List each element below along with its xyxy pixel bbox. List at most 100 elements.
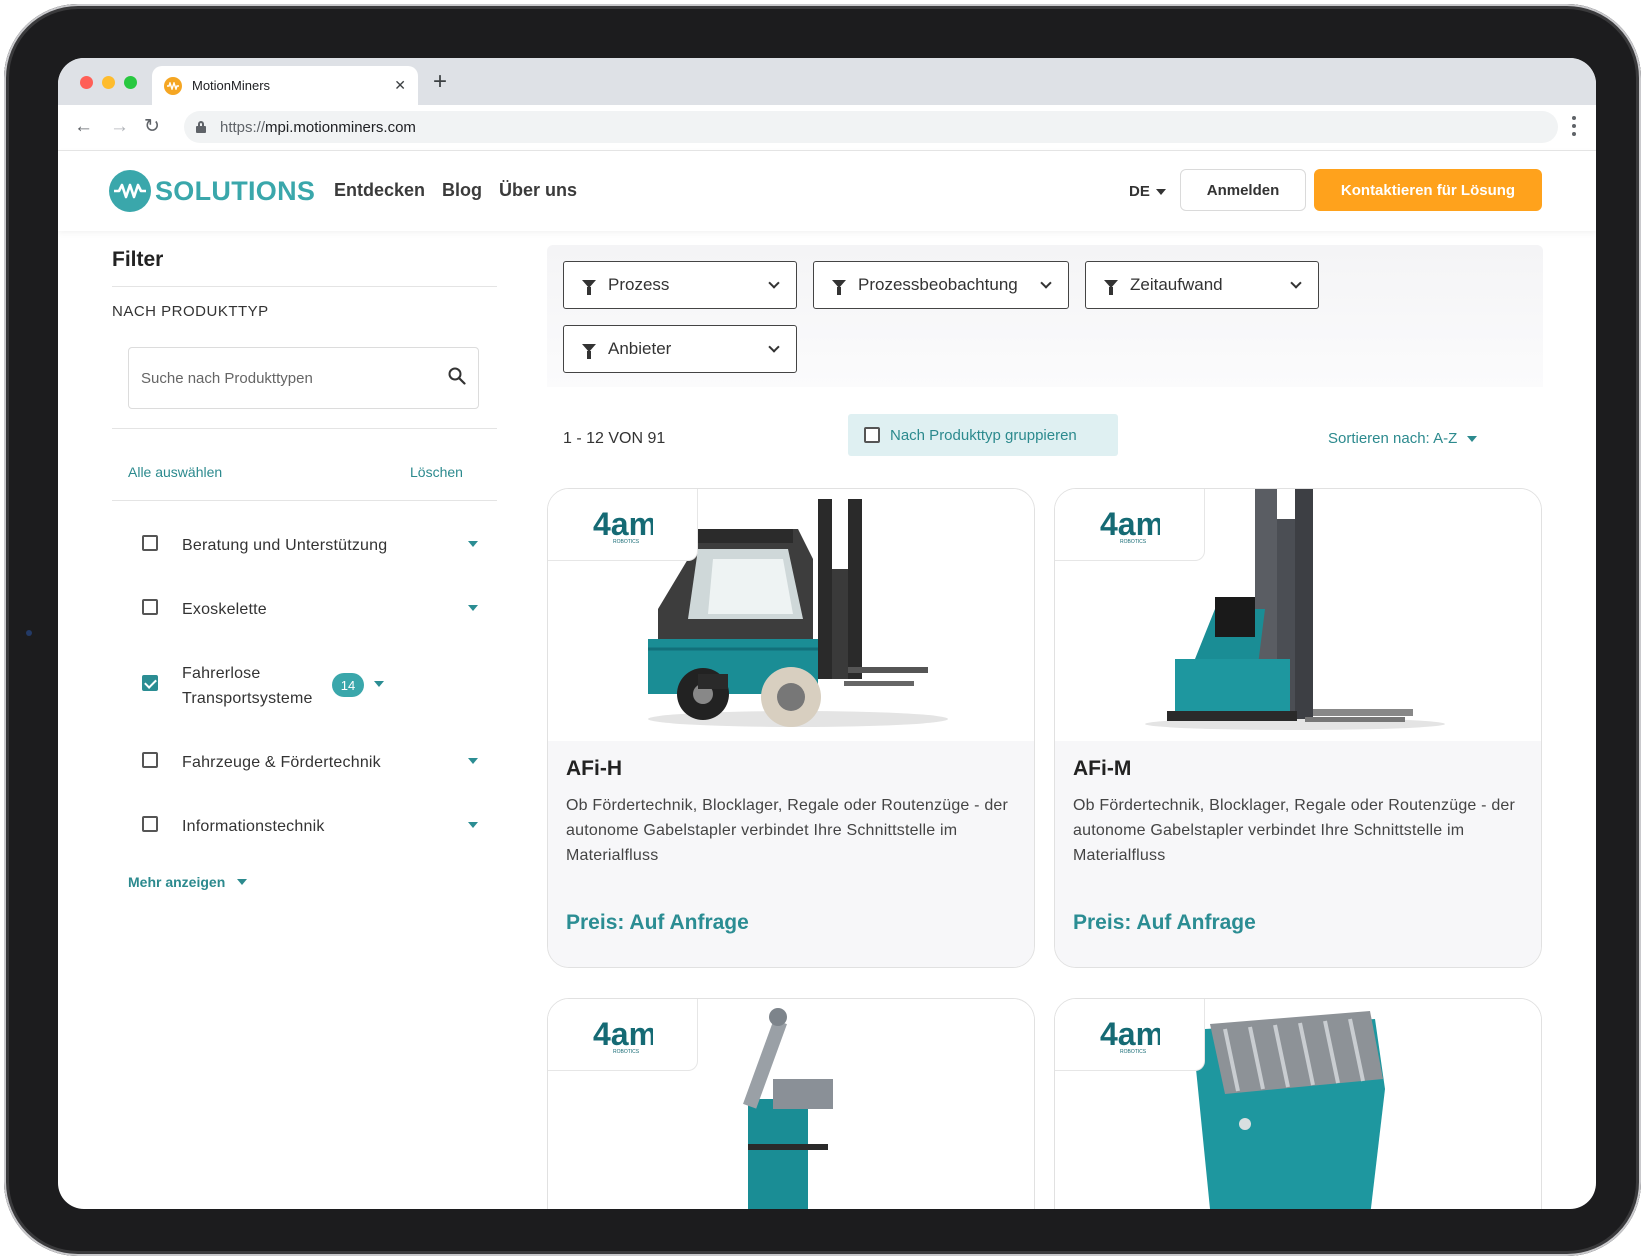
- category-item[interactable]: Exoskelette: [128, 597, 478, 622]
- product-card[interactable]: 4am ROBOTICS AFi-M Ob Fördertechnik, Blo…: [1054, 488, 1542, 968]
- sort-select[interactable]: Sortieren nach: A-Z: [1328, 430, 1478, 447]
- contact-button[interactable]: Kontaktieren für Lösung: [1314, 169, 1542, 211]
- select-all-link[interactable]: Alle auswählen: [128, 464, 222, 480]
- show-more-link[interactable]: Mehr anzeigen: [128, 874, 248, 890]
- search-input[interactable]: [141, 369, 448, 387]
- expand-caret-icon[interactable]: [468, 541, 478, 547]
- address-bar[interactable]: https:// mpi.motionminers.com: [184, 111, 1558, 143]
- category-item[interactable]: Beratung und Unterstützung: [128, 533, 478, 558]
- wave-logo-icon: [109, 170, 151, 212]
- product-image: 4am ROBOTICS: [548, 489, 1034, 741]
- product-image: 4am ROBOTICS: [1055, 999, 1541, 1209]
- brand-logo: 4am ROBOTICS: [1100, 506, 1160, 545]
- card-body: AFi-M Ob Fördertechnik, Blocklager, Rega…: [1055, 741, 1541, 967]
- tablet-frame: MotionMiners ✕ + ← → ↻ https:// mpi.moti…: [4, 4, 1641, 1256]
- nav-entdecken[interactable]: Entdecken: [334, 180, 425, 201]
- product-image: 4am ROBOTICS: [548, 999, 1034, 1209]
- product-title: AFi-H: [566, 757, 622, 780]
- brand-logo: 4am ROBOTICS: [593, 506, 653, 545]
- category-checkbox[interactable]: [142, 535, 158, 551]
- brand-text: 4am: [593, 506, 653, 542]
- caret-down-icon: [1467, 435, 1478, 442]
- product-title: AFi-M: [1073, 757, 1132, 780]
- dropdown-prozessbeobachtung[interactable]: Prozessbeobachtung: [813, 261, 1069, 309]
- brand-logo-box: 4am ROBOTICS: [1055, 489, 1205, 561]
- reload-icon[interactable]: ↻: [144, 116, 160, 138]
- brand-text: 4am: [1100, 1016, 1160, 1052]
- category-checkbox[interactable]: [142, 599, 158, 615]
- chevron-down-icon: [1040, 277, 1052, 289]
- search-icon[interactable]: [448, 367, 466, 390]
- brand-text: 4am: [593, 1016, 653, 1052]
- category-item[interactable]: Fahrzeuge & Fördertechnik: [128, 750, 478, 775]
- product-price: Preis: Auf Anfrage: [1073, 911, 1256, 934]
- language-select[interactable]: DE: [1129, 183, 1166, 200]
- favicon-icon: [164, 76, 182, 95]
- browser-toolbar: ← → ↻ https:// mpi.motionminers.com: [58, 105, 1596, 151]
- caret-down-icon: [1155, 188, 1166, 195]
- category-checkbox-checked[interactable]: [142, 675, 158, 691]
- product-card[interactable]: 4am ROBOTICS: [1054, 998, 1542, 1209]
- expand-caret-icon[interactable]: [468, 605, 478, 611]
- category-item[interactable]: Fahrerlose Transportsysteme 14: [128, 661, 478, 711]
- url-protocol: https://: [220, 118, 266, 136]
- site-logo[interactable]: SOLUTIONS: [109, 170, 315, 212]
- tab-close-icon[interactable]: ✕: [394, 77, 406, 94]
- nav-ueber-uns[interactable]: Über uns: [499, 180, 577, 201]
- results-count: 1 - 12 VON 91: [563, 430, 666, 447]
- brand-sub-text: ROBOTICS: [613, 539, 640, 545]
- nav-blog[interactable]: Blog: [442, 180, 482, 201]
- dropdown-label: Prozessbeobachtung: [858, 275, 1018, 294]
- dropdown-prozess[interactable]: Prozess: [563, 261, 797, 309]
- back-arrow-icon[interactable]: ←: [74, 116, 93, 138]
- category-checkbox[interactable]: [142, 816, 158, 832]
- group-by-type-toggle[interactable]: Nach Produkttyp gruppieren: [848, 414, 1118, 456]
- window-close-dot[interactable]: [80, 76, 93, 89]
- expand-caret-icon[interactable]: [468, 758, 478, 764]
- brand-logo: 4am ROBOTICS: [1100, 1016, 1160, 1055]
- clear-link[interactable]: Löschen: [410, 464, 463, 480]
- language-label: DE: [1129, 183, 1150, 200]
- category-item[interactable]: Informationstechnik: [128, 814, 478, 839]
- category-label: Fahrerlose Transportsysteme: [182, 665, 313, 707]
- group-label: Nach Produkttyp gruppieren: [890, 426, 1077, 444]
- browser-menu-icon[interactable]: [1572, 116, 1576, 136]
- show-more-label: Mehr anzeigen: [128, 874, 226, 890]
- expand-caret-icon[interactable]: [374, 681, 384, 687]
- product-card[interactable]: 4am ROBOTICS AFi-H Ob Fördertechnik, Blo…: [547, 488, 1035, 968]
- caret-down-icon: [237, 879, 248, 885]
- screen: MotionMiners ✕ + ← → ↻ https:// mpi.moti…: [58, 58, 1596, 1209]
- brand-sub-text: ROBOTICS: [613, 1049, 640, 1055]
- product-type-search: [128, 347, 479, 409]
- window-minimize-dot[interactable]: [102, 76, 115, 89]
- brand-logo-box: 4am ROBOTICS: [548, 489, 698, 561]
- login-button[interactable]: Anmelden: [1180, 169, 1306, 211]
- dropdown-label: Zeitaufwand: [1130, 275, 1223, 294]
- divider: [112, 428, 497, 429]
- dropdown-label: Anbieter: [608, 339, 672, 358]
- dropdown-anbieter[interactable]: Anbieter: [563, 325, 797, 373]
- dropdown-zeitaufwand[interactable]: Zeitaufwand: [1085, 261, 1319, 309]
- expand-caret-icon[interactable]: [468, 822, 478, 828]
- browser-tab[interactable]: MotionMiners ✕: [152, 66, 418, 105]
- brand-logo: 4am ROBOTICS: [593, 1016, 653, 1055]
- product-price: Preis: Auf Anfrage: [566, 911, 749, 934]
- product-card[interactable]: 4am ROBOTICS: [547, 998, 1035, 1209]
- filter-funnel-icon: [1104, 280, 1118, 295]
- browser-tabbar: MotionMiners ✕ +: [58, 58, 1596, 105]
- filter-title: Filter: [112, 248, 164, 271]
- product-image: 4am ROBOTICS: [1055, 489, 1541, 741]
- tab-title: MotionMiners: [192, 78, 271, 93]
- window-maximize-dot[interactable]: [124, 76, 137, 89]
- new-tab-icon[interactable]: +: [433, 68, 447, 96]
- category-count-badge: 14: [332, 673, 364, 697]
- category-label: Beratung und Unterstützung: [182, 537, 388, 554]
- filter-funnel-icon: [832, 280, 846, 295]
- category-label: Fahrzeuge & Fördertechnik: [182, 754, 381, 771]
- forward-arrow-icon[interactable]: →: [110, 116, 129, 138]
- product-description: Ob Fördertechnik, Blocklager, Regale ode…: [566, 797, 1009, 864]
- group-checkbox[interactable]: [864, 427, 880, 443]
- category-checkbox[interactable]: [142, 752, 158, 768]
- dropdown-label: Prozess: [608, 275, 670, 294]
- category-label: Exoskelette: [182, 601, 267, 618]
